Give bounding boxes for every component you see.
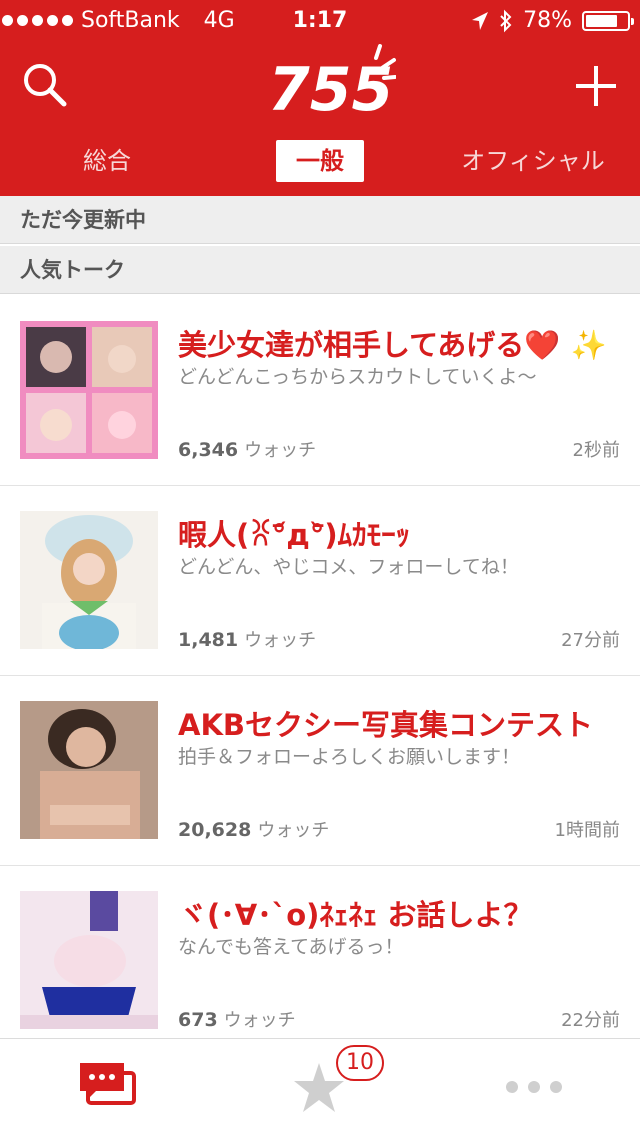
watch-number: 6,346 (178, 439, 239, 461)
talk-thumbnail (20, 321, 158, 459)
list-item[interactable]: 暇人(ꐦ°᷄д°᷅)ﾑｶﾓｰｯ どんどん、やじコメ、フォローしてね！ 1,481… (0, 486, 640, 676)
status-bar: SoftBank 4G 1:17 78% (0, 0, 640, 40)
more-dots-icon[interactable] (504, 1079, 564, 1095)
talk-title: 暇人(ꐦ°᷄д°᷅)ﾑｶﾓｰｯ (178, 518, 411, 552)
talk-title: 美少女達が相手してあげる❤️ ✨ (178, 328, 607, 362)
talk-list: 美少女達が相手してあげる❤️ ✨ どんどんこっちからスカウトしていくよ〜 6,3… (0, 296, 640, 1056)
logo-text: 755 (268, 55, 393, 124)
battery-percent: 78% (523, 8, 572, 33)
watch-count: 1,481 ウォッチ (178, 626, 316, 652)
talk-title: AKBセクシー写真集コンテスト (178, 708, 594, 742)
talk-thumbnail (20, 891, 158, 1029)
updated-time: 27分前 (561, 630, 620, 651)
tab-general-all[interactable]: 総合 (60, 140, 154, 182)
battery-icon (582, 10, 634, 31)
updated-time: 2秒前 (572, 440, 620, 461)
talk-description: どんどん、やじコメ、フォローしてね！ (178, 556, 519, 578)
talk-title: ヾ(･∀･`o)ﾈｪﾈｪ お話しよ？ (178, 898, 533, 932)
talk-description: なんでも答えてあげるっ！ (178, 936, 404, 958)
notification-badge: 10 (336, 1045, 384, 1081)
watch-number: 20,628 (178, 819, 252, 841)
app-bar: 755 (0, 40, 640, 130)
watch-number: 673 (178, 1009, 218, 1031)
category-tabs: 総合 一般 オフィシャル (0, 140, 640, 184)
watch-count: 20,628 ウォッチ (178, 816, 329, 842)
tab-official[interactable]: オフィシャル (450, 140, 616, 182)
watch-label: ウォッチ (244, 440, 317, 461)
bottom-tab-bar: 10 (0, 1038, 640, 1136)
watch-number: 1,481 (178, 629, 239, 651)
add-talk-button[interactable] (574, 64, 618, 108)
watch-label: ウォッチ (244, 630, 317, 651)
list-item[interactable]: ヾ(･∀･`o)ﾈｪﾈｪ お話しよ？ なんでも答えてあげるっ！ 673 ウォッチ … (0, 866, 640, 1056)
talk-thumbnail (20, 511, 158, 649)
list-item[interactable]: AKBセクシー写真集コンテスト 拍手＆フォローよろしくお願いします！ 20,62… (0, 676, 640, 866)
app-logo: 755 (268, 44, 396, 124)
watch-count: 6,346 ウォッチ (178, 436, 316, 462)
updated-time: 1時間前 (554, 820, 620, 841)
section-header-popular: 人気トーク (0, 246, 640, 294)
watch-label: ウォッチ (257, 820, 330, 841)
app-header: SoftBank 4G 1:17 78% 755 総合 一般 オフィシャル (0, 0, 640, 196)
bluetooth-icon (500, 9, 512, 32)
watch-label: ウォッチ (223, 1010, 296, 1031)
location-arrow-icon (472, 11, 489, 30)
talk-thumbnail (20, 701, 158, 839)
tab-ordinary[interactable]: 一般 (276, 140, 364, 182)
chat-bubbles-icon[interactable] (78, 1061, 136, 1111)
search-icon[interactable] (20, 60, 70, 110)
list-item[interactable]: 美少女達が相手してあげる❤️ ✨ どんどんこっちからスカウトしていくよ〜 6,3… (0, 296, 640, 486)
talk-description: 拍手＆フォローよろしくお願いします！ (178, 746, 521, 768)
talk-description: どんどんこっちからスカウトしていくよ〜 (178, 366, 537, 388)
updated-time: 22分前 (561, 1010, 620, 1031)
section-header-recent[interactable]: ただ今更新中 (0, 196, 640, 244)
watch-count: 673 ウォッチ (178, 1006, 296, 1032)
